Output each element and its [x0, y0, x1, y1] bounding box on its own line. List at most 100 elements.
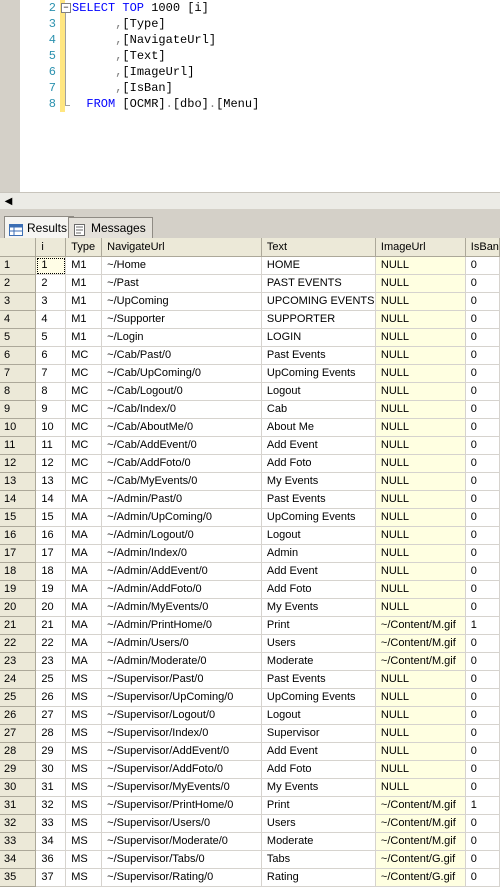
cell-isban[interactable]: 0: [465, 724, 500, 743]
table-row[interactable]: 4 4 M1 ~/Supporter SUPPORTER NULL 0: [0, 310, 500, 329]
cell-navigateurl[interactable]: ~/UpComing: [101, 292, 262, 311]
cell-navigateurl[interactable]: ~/Supervisor/Logout/0: [101, 706, 262, 725]
table-row[interactable]: 7 7 MC ~/Cab/UpComing/0 UpComing Events NULL 0: [0, 364, 500, 383]
cell-text[interactable]: Supervisor: [261, 724, 376, 743]
cell-type[interactable]: MA: [65, 634, 103, 653]
cell-navigateurl[interactable]: ~/Supervisor/MyEvents/0: [101, 778, 262, 797]
table-row[interactable]: 15 15 MA ~/Admin/UpComing/0 UpComing Events N…: [0, 508, 500, 527]
row-number[interactable]: 2: [0, 274, 37, 293]
cell-imageurl[interactable]: NULL: [375, 544, 466, 563]
cell-text[interactable]: Add Event: [261, 742, 376, 761]
cell-isban[interactable]: 0: [465, 814, 500, 833]
cell-isban[interactable]: 0: [465, 274, 500, 293]
cell-imageurl[interactable]: NULL: [375, 346, 466, 365]
cell-i[interactable]: 14: [35, 490, 67, 509]
cell-type[interactable]: MC: [65, 436, 103, 455]
row-number[interactable]: 11: [0, 436, 37, 455]
row-number[interactable]: 21: [0, 616, 37, 635]
row-number[interactable]: 18: [0, 562, 37, 581]
cell-imageurl[interactable]: ~/Content/G.gif: [375, 850, 466, 869]
table-row[interactable]: 10 10 MC ~/Cab/AboutMe/0 About Me NULL 0: [0, 418, 500, 437]
cell-i[interactable]: 20: [35, 598, 67, 617]
cell-imageurl[interactable]: NULL: [375, 670, 466, 689]
cell-isban[interactable]: 0: [465, 436, 500, 455]
cell-type[interactable]: MS: [65, 796, 103, 815]
row-number[interactable]: 7: [0, 364, 37, 383]
row-number[interactable]: 28: [0, 742, 37, 761]
cell-navigateurl[interactable]: ~/Cab/Logout/0: [101, 382, 262, 401]
row-number[interactable]: 13: [0, 472, 37, 491]
cell-i[interactable]: 32: [35, 796, 67, 815]
cell-type[interactable]: MA: [65, 580, 103, 599]
table-row[interactable]: 17 17 MA ~/Admin/Index/0 Admin NULL 0: [0, 544, 500, 563]
cell-type[interactable]: MS: [65, 868, 103, 887]
table-row[interactable]: 1 1 M1 ~/Home HOME NULL 0: [0, 256, 500, 275]
cell-navigateurl[interactable]: ~/Login: [101, 328, 262, 347]
table-row[interactable]: 28 29 MS ~/Supervisor/AddEvent/0 Add Event NU…: [0, 742, 500, 761]
cell-i[interactable]: 1: [35, 256, 67, 275]
cell-navigateurl[interactable]: ~/Admin/AddFoto/0: [101, 580, 262, 599]
row-number[interactable]: 23: [0, 652, 37, 671]
cell-type[interactable]: MC: [65, 418, 103, 437]
table-row[interactable]: 35 37 MS ~/Supervisor/Rating/0 Rating ~/Conte…: [0, 868, 500, 887]
cell-i[interactable]: 34: [35, 832, 67, 851]
cell-i[interactable]: 26: [35, 688, 67, 707]
cell-imageurl[interactable]: NULL: [375, 580, 466, 599]
cell-i[interactable]: 30: [35, 760, 67, 779]
cell-navigateurl[interactable]: ~/Admin/AddEvent/0: [101, 562, 262, 581]
cell-i[interactable]: 12: [35, 454, 67, 473]
cell-text[interactable]: Logout: [261, 526, 376, 545]
row-number[interactable]: 22: [0, 634, 37, 653]
collapse-outline-icon[interactable]: −: [61, 3, 71, 13]
cell-imageurl[interactable]: NULL: [375, 760, 466, 779]
code-line[interactable]: ,[Type]: [72, 16, 165, 32]
cell-imageurl[interactable]: NULL: [375, 508, 466, 527]
cell-type[interactable]: MS: [65, 760, 103, 779]
cell-text[interactable]: UpComing Events: [261, 508, 376, 527]
table-row[interactable]: 32 33 MS ~/Supervisor/Users/0 Users ~/Content…: [0, 814, 500, 833]
cell-type[interactable]: M1: [65, 328, 103, 347]
cell-text[interactable]: Logout: [261, 382, 376, 401]
cell-isban[interactable]: 0: [465, 652, 500, 671]
table-row[interactable]: 19 19 MA ~/Admin/AddFoto/0 Add Foto NULL 0: [0, 580, 500, 599]
cell-type[interactable]: MS: [65, 742, 103, 761]
cell-text[interactable]: My Events: [261, 598, 376, 617]
cell-i[interactable]: 37: [35, 868, 67, 887]
cell-navigateurl[interactable]: ~/Admin/MyEvents/0: [101, 598, 262, 617]
row-number[interactable]: 1: [0, 256, 37, 275]
cell-isban[interactable]: 0: [465, 634, 500, 653]
row-number[interactable]: 29: [0, 760, 37, 779]
table-row[interactable]: 34 36 MS ~/Supervisor/Tabs/0 Tabs ~/Content/G…: [0, 850, 500, 869]
cell-type[interactable]: MC: [65, 400, 103, 419]
cell-navigateurl[interactable]: ~/Cab/Index/0: [101, 400, 262, 419]
cell-navigateurl[interactable]: ~/Supervisor/Users/0: [101, 814, 262, 833]
row-number[interactable]: 35: [0, 868, 37, 887]
row-number[interactable]: 4: [0, 310, 37, 329]
cell-isban[interactable]: 0: [465, 310, 500, 329]
cell-navigateurl[interactable]: ~/Supervisor/UpComing/0: [101, 688, 262, 707]
cell-imageurl[interactable]: NULL: [375, 454, 466, 473]
row-number[interactable]: 20: [0, 598, 37, 617]
cell-imageurl[interactable]: NULL: [375, 598, 466, 617]
cell-isban[interactable]: 0: [465, 346, 500, 365]
cell-navigateurl[interactable]: ~/Admin/Moderate/0: [101, 652, 262, 671]
cell-i[interactable]: 28: [35, 724, 67, 743]
cell-type[interactable]: MC: [65, 346, 103, 365]
cell-isban[interactable]: 1: [465, 616, 500, 635]
cell-imageurl[interactable]: ~/Content/M.gif: [375, 634, 466, 653]
table-row[interactable]: 2 2 M1 ~/Past PAST EVENTS NULL 0: [0, 274, 500, 293]
table-row[interactable]: 18 18 MA ~/Admin/AddEvent/0 Add Event NULL 0: [0, 562, 500, 581]
cell-isban[interactable]: 0: [465, 706, 500, 725]
table-row[interactable]: 31 32 MS ~/Supervisor/PrintHome/0 Print ~/Con…: [0, 796, 500, 815]
cell-isban[interactable]: 0: [465, 418, 500, 437]
cell-type[interactable]: MS: [65, 778, 103, 797]
cell-type[interactable]: MC: [65, 382, 103, 401]
cell-isban[interactable]: 0: [465, 382, 500, 401]
cell-isban[interactable]: 0: [465, 454, 500, 473]
cell-navigateurl[interactable]: ~/Supervisor/PrintHome/0: [101, 796, 262, 815]
cell-text[interactable]: Past Events: [261, 490, 376, 509]
cell-imageurl[interactable]: NULL: [375, 328, 466, 347]
cell-text[interactable]: Add Foto: [261, 760, 376, 779]
cell-i[interactable]: 8: [35, 382, 67, 401]
cell-i[interactable]: 6: [35, 346, 67, 365]
